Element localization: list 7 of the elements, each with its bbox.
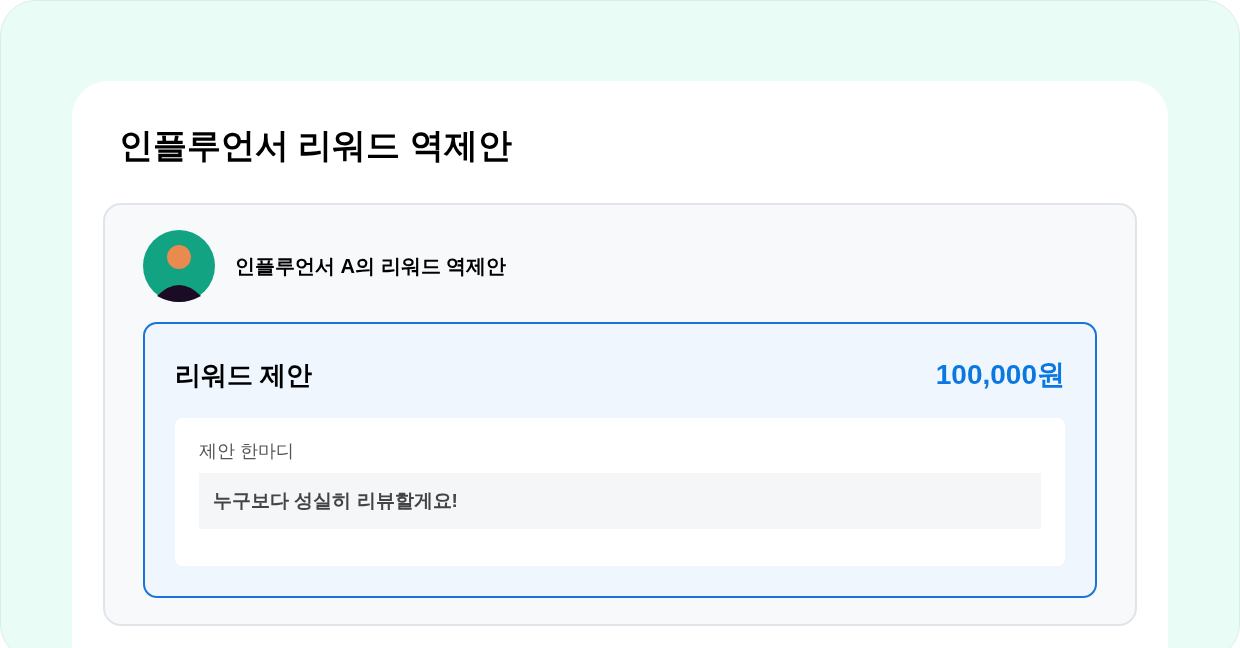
message-field: 누구보다 성실히 리뷰할게요! [199, 473, 1041, 529]
offer-heading: 리워드 제안 [175, 358, 313, 392]
offer-sender: 인플루언서 A의 리워드 역제안 [235, 254, 507, 279]
offer-amount: 100,000원 [935, 358, 1065, 392]
avatar-icon [143, 230, 215, 302]
page-title: 인플루언서 리워드 역제안 [119, 125, 513, 166]
message-label: 제안 한마디 [199, 440, 295, 463]
